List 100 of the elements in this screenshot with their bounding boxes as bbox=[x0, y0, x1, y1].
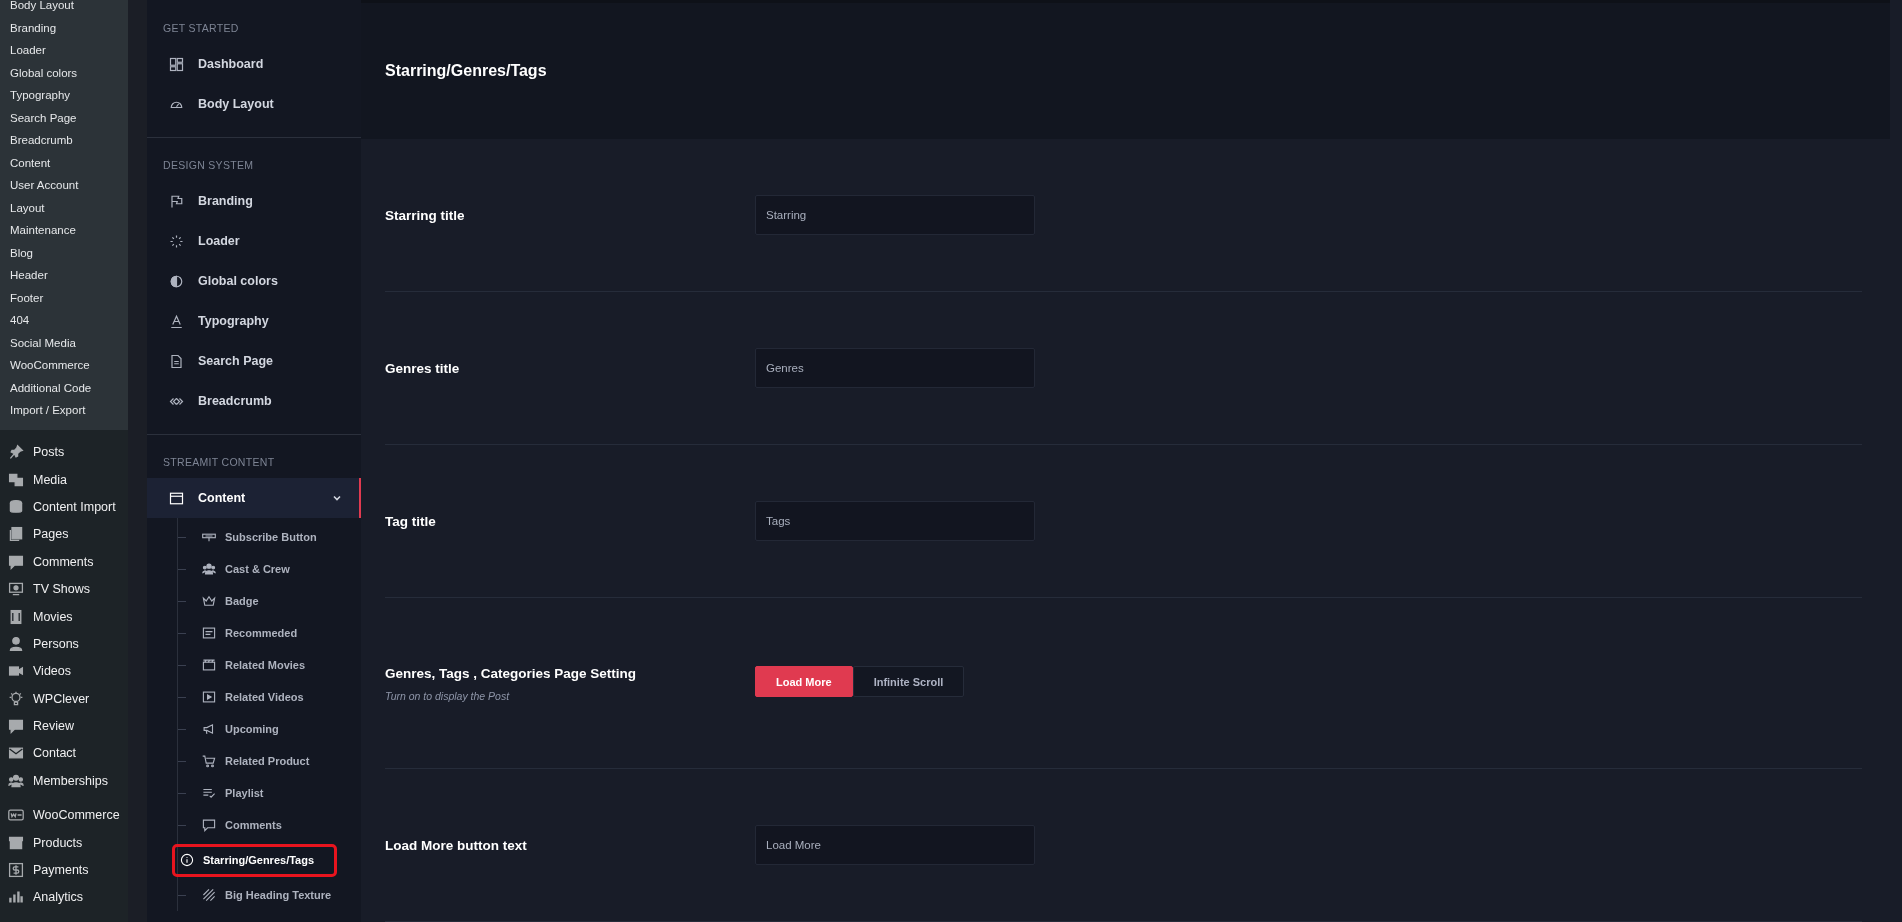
spinner-icon bbox=[169, 233, 184, 249]
admin-submenu-item[interactable]: Search Page bbox=[0, 106, 128, 129]
admin-submenu-item[interactable]: Maintenance bbox=[0, 219, 128, 242]
admin-submenu-item[interactable]: Content bbox=[0, 151, 128, 174]
nav-item[interactable]: Loader bbox=[147, 221, 361, 261]
admin-submenu-item[interactable]: User Account bbox=[0, 174, 128, 197]
admin-menu-item[interactable]: Payments bbox=[0, 856, 128, 884]
admin-menu-item[interactable]: Persons bbox=[0, 630, 128, 658]
nav-subitem[interactable]: Badge bbox=[178, 587, 361, 615]
admin-submenu-item[interactable]: Blog bbox=[0, 241, 128, 264]
admin-menu-item[interactable]: WPClever bbox=[0, 685, 128, 713]
section-heading: DESIGN SYSTEM bbox=[162, 158, 255, 173]
crown-icon bbox=[202, 594, 216, 608]
section-heading: STREAMIT CONTENT bbox=[162, 455, 276, 470]
nav-item[interactable]: Breadcrumb bbox=[147, 381, 361, 421]
type-icon bbox=[169, 313, 184, 329]
clapperboard-icon bbox=[202, 658, 216, 672]
admin-submenu-item[interactable]: 404 bbox=[0, 309, 128, 332]
bar-chart-icon bbox=[8, 889, 24, 906]
nav-item[interactable]: Branding bbox=[147, 181, 361, 221]
admin-submenu-item[interactable]: Social Media bbox=[0, 331, 128, 354]
nav-item[interactable]: Body Layout bbox=[147, 84, 361, 124]
speech-bubble-icon bbox=[8, 553, 24, 570]
message-icon bbox=[202, 818, 216, 832]
setting-label: Genres title bbox=[385, 360, 461, 376]
list-box-icon bbox=[202, 626, 216, 640]
speech-bubble-icon bbox=[8, 718, 24, 735]
admin-submenu-item[interactable]: WooCommerce bbox=[0, 354, 128, 377]
nav-item[interactable]: Global colors bbox=[147, 261, 361, 301]
admin-menu-item[interactable]: Media bbox=[0, 465, 128, 494]
admin-submenu-item[interactable]: Branding bbox=[0, 16, 128, 39]
checklist-icon bbox=[202, 786, 216, 800]
person-icon bbox=[8, 635, 24, 652]
admin-menu-item[interactable]: TV Shows bbox=[0, 575, 128, 603]
admin-menu-item[interactable]: Movies bbox=[0, 602, 128, 631]
admin-submenu-item[interactable]: Import / Export bbox=[0, 399, 128, 422]
admin-submenu-item[interactable]: Typography bbox=[0, 84, 128, 107]
admin-submenu-item[interactable]: Global colors bbox=[0, 61, 128, 84]
nav-subitem[interactable]: Comments bbox=[178, 811, 361, 839]
admin-menu-item[interactable]: WooCommerce bbox=[0, 801, 128, 829]
window-icon bbox=[169, 490, 184, 506]
admin-menu-item[interactable]: Posts bbox=[0, 438, 128, 466]
monitor-icon bbox=[8, 581, 24, 598]
grid-icon bbox=[169, 56, 184, 72]
contrast-icon bbox=[169, 273, 184, 289]
setting-label: Genres, Tags , Categories Page Setting bbox=[385, 666, 638, 681]
dollar-icon bbox=[8, 862, 24, 879]
admin-submenu-item[interactable]: Header bbox=[0, 264, 128, 287]
admin-menu-item[interactable]: Contact bbox=[0, 739, 128, 768]
admin-submenu-item[interactable]: Loader bbox=[0, 39, 128, 62]
page-title: Starring/Genres/Tags bbox=[385, 62, 547, 80]
hatch-icon bbox=[202, 888, 216, 902]
admin-menu-item[interactable]: Analytics bbox=[0, 883, 128, 912]
megaphone-icon bbox=[202, 722, 216, 736]
nav-item[interactable]: Typography bbox=[147, 301, 361, 341]
admin-submenu-item[interactable]: Body Layout bbox=[0, 0, 128, 17]
admin-submenu-item[interactable]: Layout bbox=[0, 196, 128, 219]
text-field[interactable]: Tags bbox=[755, 501, 1035, 541]
setting-label: Starring title bbox=[385, 207, 466, 223]
people-icon bbox=[8, 772, 24, 789]
nav-subitem[interactable]: Starring/Genres/Tags bbox=[172, 843, 337, 877]
option-button[interactable]: Infinite Scroll bbox=[852, 666, 965, 697]
text-field[interactable]: Starring bbox=[755, 195, 1035, 235]
media-icon bbox=[8, 471, 24, 488]
setting-description: Turn on to display the Post bbox=[385, 690, 511, 702]
nav-subitem[interactable]: Related Product bbox=[178, 747, 361, 775]
admin-submenu-item[interactable]: Breadcrumb bbox=[0, 129, 128, 152]
archive-box-icon bbox=[8, 834, 24, 851]
nav-item[interactable]: Dashboard bbox=[147, 44, 361, 84]
admin-menu-item[interactable]: Memberships bbox=[0, 767, 128, 795]
pages-icon bbox=[8, 526, 24, 543]
info-icon bbox=[180, 853, 194, 867]
admin-menu-item[interactable]: Review bbox=[0, 712, 128, 740]
nav-item[interactable]: Content bbox=[147, 478, 361, 518]
lightbulb-icon bbox=[8, 690, 24, 707]
play-box-icon bbox=[202, 690, 216, 704]
nav-subitem[interactable]: Recommeded bbox=[178, 619, 361, 647]
option-button[interactable]: Load More bbox=[755, 666, 853, 697]
section-heading: GET STARTED bbox=[162, 21, 240, 36]
nav-subitem[interactable]: Big Heading Texture bbox=[178, 881, 361, 909]
admin-submenu-item[interactable]: Footer bbox=[0, 286, 128, 309]
nav-subitem[interactable]: Subscribe Button bbox=[178, 523, 361, 551]
nav-subitem[interactable]: Related Videos bbox=[178, 683, 361, 711]
admin-menu-item[interactable]: Comments bbox=[0, 548, 128, 576]
admin-submenu-item[interactable]: Additional Code bbox=[0, 376, 128, 399]
admin-menu-item[interactable]: Videos bbox=[0, 657, 128, 685]
nav-subitem[interactable]: Playlist bbox=[178, 779, 361, 807]
nav-subitem[interactable]: Cast & Crew bbox=[178, 555, 361, 583]
admin-menu-item[interactable]: Products bbox=[0, 828, 128, 857]
nav-subitem[interactable]: Related Movies bbox=[178, 651, 361, 679]
setting-label: Load More button text bbox=[385, 837, 528, 853]
admin-menu-item[interactable]: Content Import bbox=[0, 493, 128, 521]
text-field[interactable]: Load More bbox=[755, 825, 1035, 865]
nav-subitem[interactable]: Upcoming bbox=[178, 715, 361, 743]
flag-icon bbox=[169, 193, 184, 209]
admin-menu-item[interactable]: Pages bbox=[0, 520, 128, 549]
nav-item[interactable]: Search Page bbox=[147, 341, 361, 381]
people-icon bbox=[202, 562, 216, 576]
text-field[interactable]: Genres bbox=[755, 348, 1035, 388]
film-icon bbox=[8, 608, 24, 625]
